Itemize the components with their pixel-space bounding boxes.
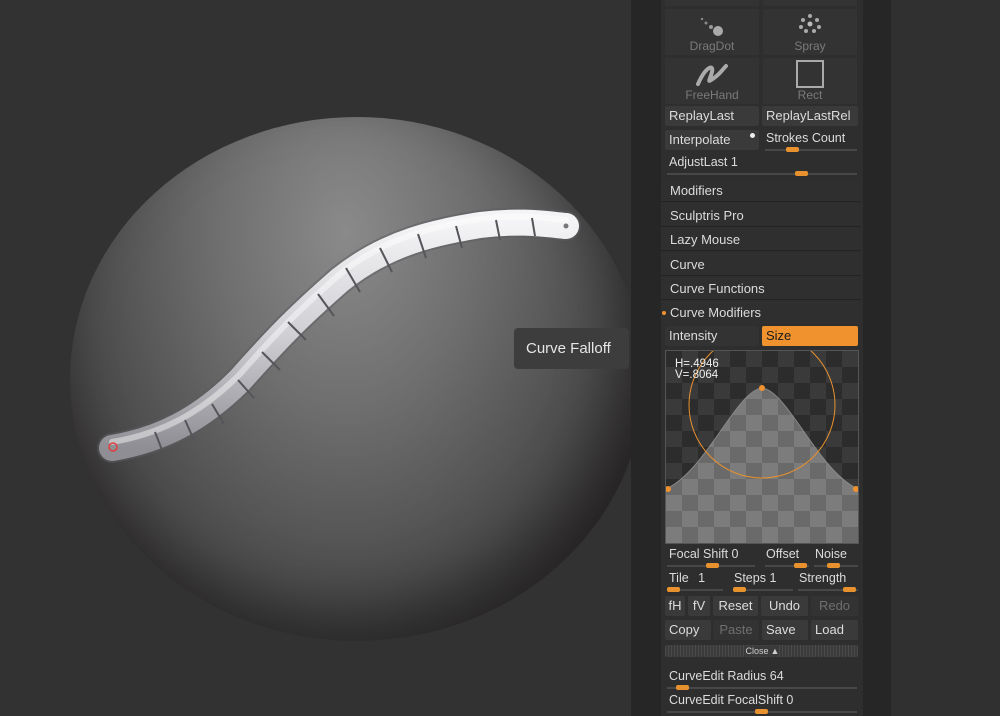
- interpolate-label: Interpolate: [669, 132, 731, 147]
- tool-tile-clipped[interactable]: [665, 0, 759, 6]
- menu-curve-functions[interactable]: Curve Functions: [661, 277, 861, 300]
- steps-thumb[interactable]: [733, 587, 746, 592]
- panel-gutter: [631, 0, 661, 716]
- menu-modifiers[interactable]: Modifiers: [661, 179, 861, 202]
- adjust-last-value: 1: [730, 155, 738, 169]
- flip-v-button[interactable]: fV: [688, 596, 710, 616]
- strength-label: Strength: [799, 571, 847, 585]
- close-label: Close: [743, 646, 771, 656]
- offset-thumb[interactable]: [794, 563, 807, 568]
- reset-button[interactable]: Reset: [713, 596, 758, 616]
- steps-text: Steps: [734, 571, 766, 585]
- rect-label: Rect: [797, 88, 823, 102]
- paste-button[interactable]: Paste: [713, 620, 759, 640]
- adjust-last-slider[interactable]: [667, 173, 857, 175]
- steps-label: Steps 1: [734, 571, 776, 585]
- focal-shift-text: Focal Shift: [669, 547, 729, 561]
- tooltip: Curve Falloff: [514, 328, 629, 369]
- freehand-label: FreeHand: [685, 88, 739, 102]
- interpolate-indicator-icon: [750, 133, 755, 138]
- active-dot-icon: [662, 311, 666, 315]
- curveedit-radius-thumb[interactable]: [676, 685, 689, 690]
- curveedit-radius-text: CurveEdit Radius: [669, 669, 767, 683]
- dragdot-icon: [700, 17, 723, 36]
- save-button[interactable]: Save: [762, 620, 808, 640]
- adjust-last-label: AdjustLast 1: [669, 155, 738, 169]
- tab-size[interactable]: Size: [762, 326, 858, 346]
- canvas-viewport[interactable]: Curve Falloff: [0, 0, 631, 716]
- redo-button[interactable]: Redo: [811, 596, 858, 616]
- tool-tile-clipped-2[interactable]: [763, 0, 857, 6]
- curve-editor[interactable]: H=.4946 V=.8064: [665, 350, 859, 544]
- offset-label: Offset: [766, 547, 800, 561]
- tile-label: Tile 1: [669, 571, 705, 585]
- freehand-button[interactable]: FreeHand: [665, 58, 759, 104]
- curveedit-focalshift-thumb[interactable]: [755, 709, 768, 714]
- menu-lazy-mouse[interactable]: Lazy Mouse: [661, 228, 861, 251]
- spray-label: Spray: [794, 39, 826, 53]
- menu-curve-modifiers-label: Curve Modifiers: [670, 305, 762, 320]
- curve-v-readout: V=.8064: [675, 369, 719, 381]
- adjust-last-thumb[interactable]: [795, 171, 808, 176]
- replay-last-button[interactable]: ReplayLast: [665, 106, 759, 126]
- spray-icon: [799, 14, 821, 33]
- noise-thumb[interactable]: [827, 563, 840, 568]
- curveedit-focalshift-label: CurveEdit FocalShift 0: [669, 693, 793, 707]
- interpolate-button[interactable]: Interpolate: [665, 130, 759, 150]
- curveedit-focalshift-text: CurveEdit FocalShift: [669, 693, 783, 707]
- close-button[interactable]: Close ▲: [665, 645, 858, 657]
- menu-curve[interactable]: Curve: [661, 253, 861, 276]
- stroke-palette: DragDot Spray FreeHand Rect ReplayLast R…: [661, 0, 863, 716]
- tile-thumb[interactable]: [667, 587, 680, 592]
- focal-shift-value: 0: [731, 547, 739, 561]
- focal-shift-thumb[interactable]: [706, 563, 719, 568]
- dragdot-label: DragDot: [689, 39, 735, 53]
- close-arrow-icon: ▲: [770, 646, 780, 656]
- tile-value: 1: [698, 571, 706, 585]
- strength-thumb[interactable]: [843, 587, 856, 592]
- curveedit-radius-slider[interactable]: [667, 687, 857, 689]
- menu-curve-modifiers[interactable]: Curve Modifiers: [661, 301, 861, 324]
- replay-last-rel-button[interactable]: ReplayLastRel: [762, 106, 858, 126]
- tile-text: Tile: [669, 571, 689, 585]
- steps-value: 1: [769, 571, 777, 585]
- palette-scroll-strip[interactable]: [863, 0, 891, 716]
- undo-button[interactable]: Undo: [761, 596, 808, 616]
- right-shelf: [891, 0, 1000, 716]
- rect-button[interactable]: Rect: [763, 58, 857, 104]
- strokes-count-slider[interactable]: [765, 149, 857, 151]
- spray-button[interactable]: Spray: [763, 9, 857, 55]
- strokes-count-thumb[interactable]: [786, 147, 799, 152]
- copy-button[interactable]: Copy: [665, 620, 711, 640]
- menu-sculptris-pro[interactable]: Sculptris Pro: [661, 204, 861, 227]
- strokes-count-label: Strokes Count: [766, 131, 846, 145]
- load-button[interactable]: Load: [811, 620, 858, 640]
- curveedit-radius-value: 64: [769, 669, 784, 683]
- noise-label: Noise: [815, 547, 847, 561]
- curve-point[interactable]: [759, 385, 765, 391]
- freehand-icon: [696, 64, 728, 86]
- curveedit-focalshift-value: 0: [786, 693, 794, 707]
- rect-icon: [796, 60, 824, 88]
- flip-h-button[interactable]: fH: [665, 596, 685, 616]
- tab-intensity[interactable]: Intensity: [665, 326, 759, 346]
- adjust-last-text: AdjustLast: [669, 155, 728, 169]
- focal-shift-label: Focal Shift 0: [669, 547, 739, 561]
- curveedit-radius-label: CurveEdit Radius 64: [669, 669, 784, 683]
- dragdot-button[interactable]: DragDot: [665, 9, 759, 55]
